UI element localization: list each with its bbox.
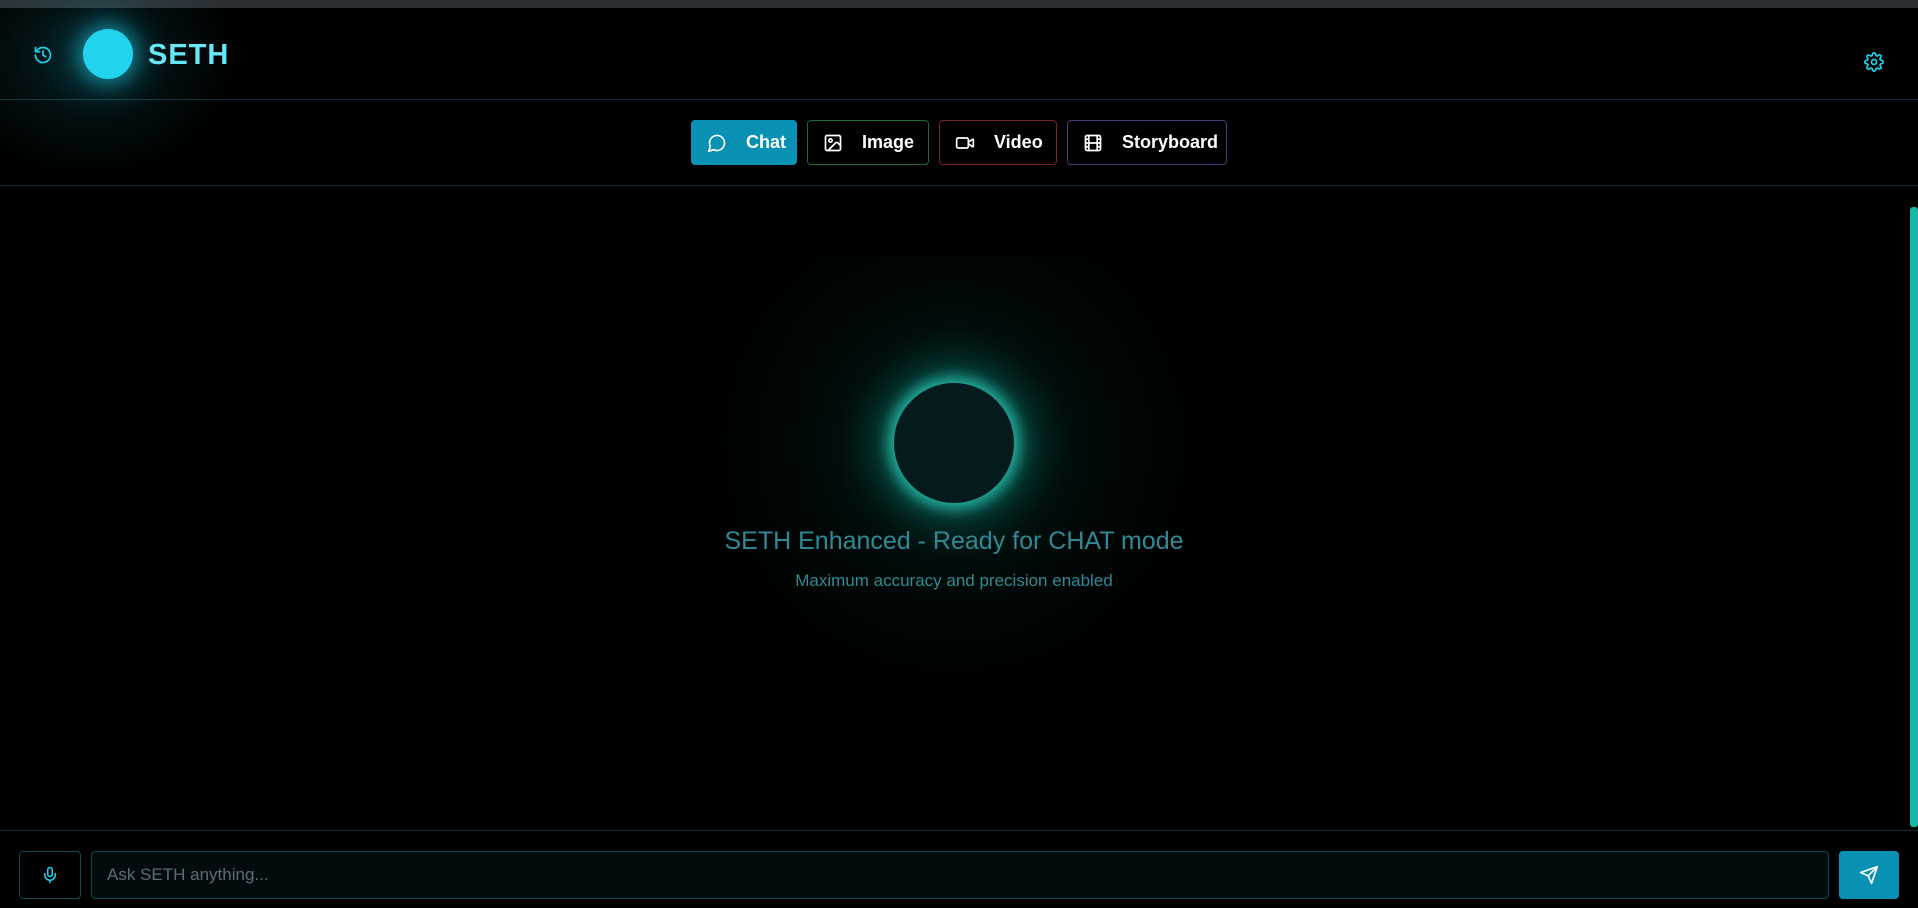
hero-glow	[704, 255, 1204, 755]
mode-storyboard-button[interactable]: Storyboard	[1067, 120, 1227, 165]
microphone-icon	[44, 866, 56, 884]
mode-chat-button[interactable]: Chat	[691, 120, 797, 165]
settings-button[interactable]	[1862, 50, 1886, 74]
chat-area: SETH Enhanced - Ready for CHAT mode Maxi…	[0, 187, 1918, 829]
app-header: SETH	[0, 0, 1918, 178]
logo-orb	[83, 29, 133, 79]
microphone-button[interactable]	[19, 851, 81, 899]
brand-title: SETH	[148, 39, 230, 71]
history-button[interactable]	[31, 43, 55, 67]
scrollbar-thumb[interactable]	[1910, 207, 1918, 827]
gear-icon	[1864, 52, 1884, 72]
mode-image-button[interactable]: Image	[807, 120, 929, 165]
mode-video-label: Video	[994, 132, 1043, 152]
mode-video-button[interactable]: Video	[939, 120, 1057, 165]
window-top-strip	[0, 0, 1918, 8]
mode-image-label: Image	[862, 132, 915, 152]
video-camera-icon	[954, 132, 976, 154]
film-icon	[1082, 132, 1104, 154]
send-button[interactable]	[1839, 851, 1899, 899]
mode-storyboard-label: Storyboard	[1122, 132, 1219, 152]
welcome-subtitle: Maximum accuracy and precision enabled	[795, 571, 1113, 590]
composer	[0, 830, 1918, 908]
send-icon	[1859, 865, 1879, 885]
hero-orb	[894, 383, 1014, 503]
prompt-input[interactable]	[91, 851, 1829, 899]
mode-bar: Chat Image Video Storyboard	[0, 100, 1918, 186]
image-icon	[822, 132, 844, 154]
welcome-title: SETH Enhanced - Ready for CHAT mode	[724, 527, 1184, 555]
history-icon	[34, 46, 52, 64]
mode-chat-label: Chat	[746, 132, 786, 152]
message-circle-icon	[706, 132, 728, 154]
